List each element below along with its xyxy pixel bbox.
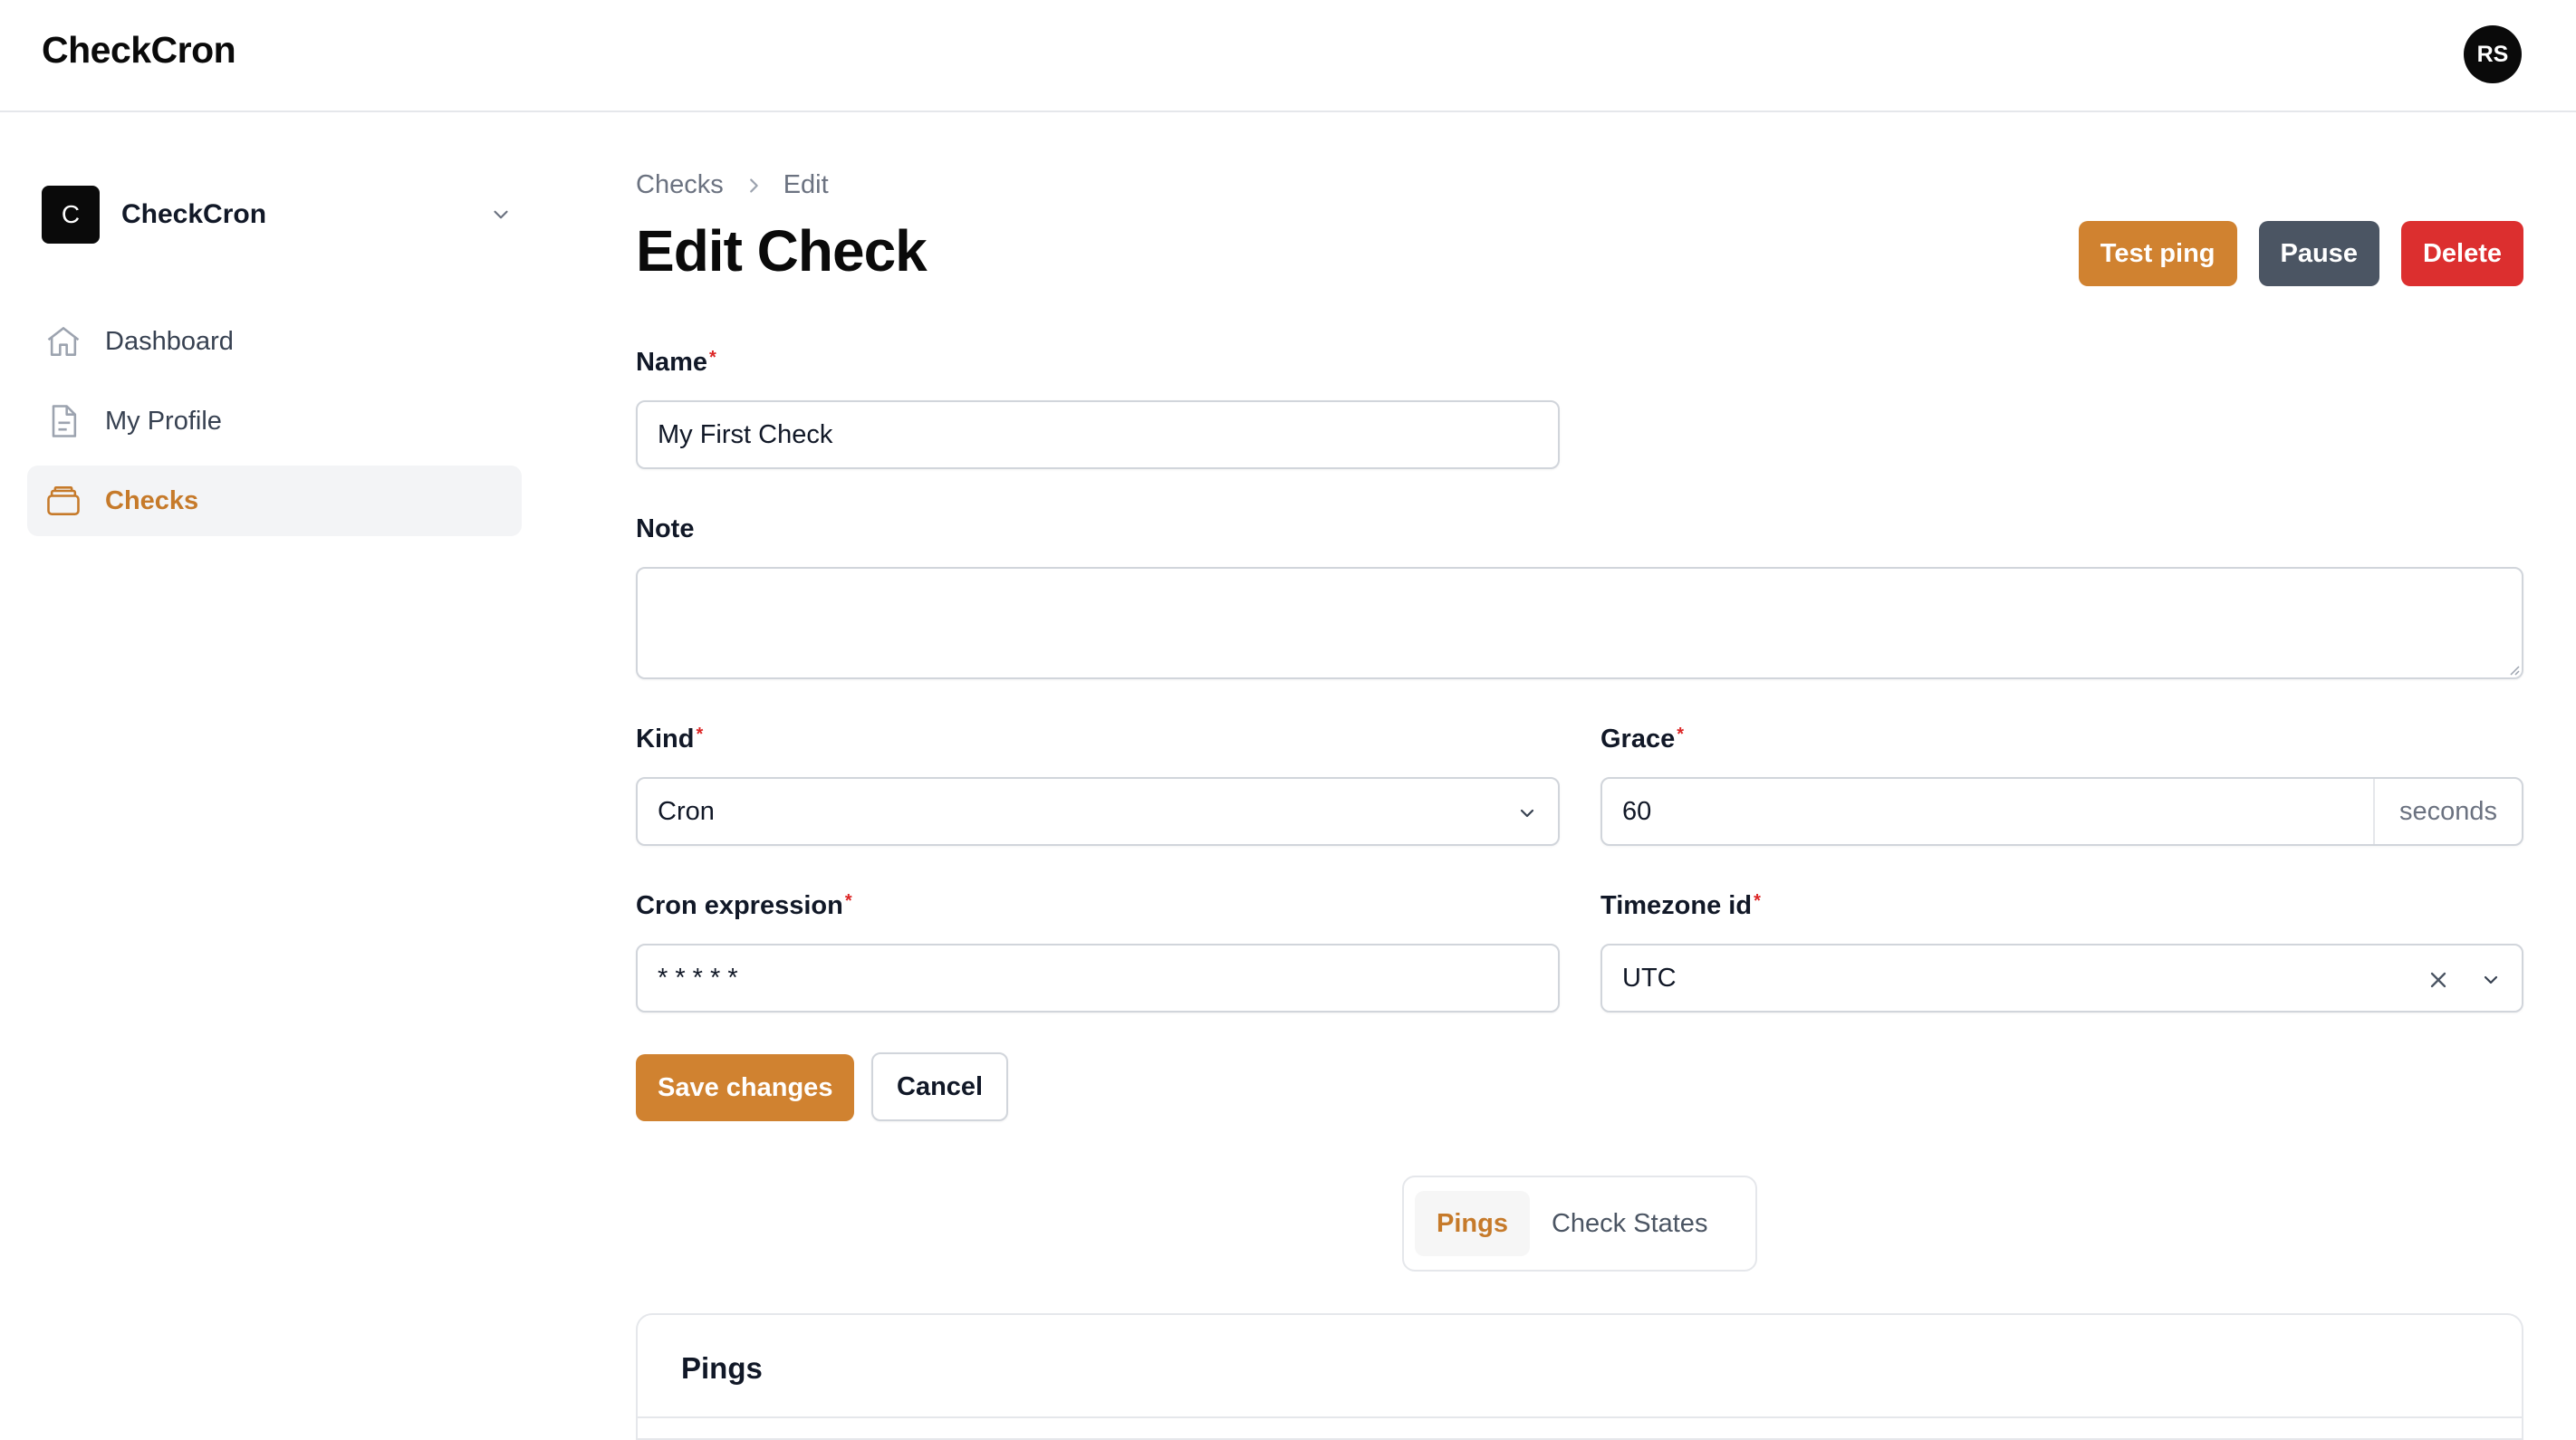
required-marker: * [844,891,852,911]
grace-value: 60 [1622,796,1652,826]
grace-label-text: Grace [1600,725,1676,754]
kind-label: Kind * [636,725,703,754]
name-input[interactable]: My First Check [636,400,1560,469]
sidebar: C CheckCron Dashboard My Profile Checks [0,114,553,1424]
main-content: Checks Edit Edit Check Test ping Pause D… [636,114,2523,1440]
breadcrumb: Checks Edit [636,170,829,200]
note-label-text: Note [636,514,695,543]
kind-select[interactable]: Cron [636,777,1560,846]
divider [638,1416,2522,1418]
chevron-down-icon [494,210,508,219]
sidebar-item-dashboard[interactable]: Dashboard [27,306,522,377]
timezone-selected-value: UTC [1622,963,1677,993]
pause-button[interactable]: Pause [2258,221,2379,286]
chevron-down-icon [1520,809,1534,818]
team-switcher[interactable]: C CheckCron [42,185,513,245]
required-marker: * [1677,725,1685,744]
cron-expression-label-text: Cron expression [636,891,843,920]
sidebar-nav: Dashboard My Profile Checks [27,306,522,545]
pings-card: Pings [636,1313,2523,1440]
timezone-select[interactable]: UTC [1600,944,2523,1013]
grace-input[interactable]: 60 seconds [1600,777,2523,846]
page-title: Edit Check [636,218,928,283]
stack-icon [43,481,83,521]
required-marker: * [709,348,716,368]
delete-button[interactable]: Delete [2400,221,2523,286]
tab-pings[interactable]: Pings [1415,1191,1530,1256]
team-avatar: C [42,186,100,244]
cron-expression-input[interactable]: * * * * * [636,944,1560,1013]
home-icon [43,322,83,361]
timezone-label-text: Timezone id [1600,891,1753,920]
app-logo[interactable]: CheckCron [42,29,236,72]
timezone-label: Timezone id * [1600,891,1761,921]
kind-selected-value: Cron [658,796,715,826]
document-icon [43,401,83,441]
chevron-right-icon [744,176,764,196]
required-marker: * [696,725,704,744]
breadcrumb-checks-link[interactable]: Checks [636,170,724,200]
sidebar-item-my-profile[interactable]: My Profile [27,386,522,456]
sidebar-item-label: Dashboard [105,326,234,356]
chevron-down-icon[interactable] [2480,969,2502,991]
note-textarea[interactable] [636,567,2523,679]
kind-label-text: Kind [636,725,695,754]
grace-unit-suffix: seconds [2373,779,2522,844]
team-name: CheckCron [121,199,267,229]
breadcrumb-current: Edit [783,170,829,199]
cancel-button[interactable]: Cancel [871,1052,1009,1121]
name-input-value: My First Check [658,419,833,449]
pings-card-title: Pings [681,1351,763,1385]
resize-grip-icon[interactable] [2505,661,2520,676]
cron-expression-value: * * * * * [658,963,738,993]
cron-expression-label: Cron expression * [636,891,852,921]
name-label: Name * [636,348,716,378]
page-actions: Test ping Pause Delete [2078,221,2523,286]
tab-check-states[interactable]: Check States [1530,1191,1729,1256]
note-label: Note [636,514,694,544]
grace-label: Grace * [1600,725,1684,754]
test-ping-button[interactable]: Test ping [2078,221,2237,286]
required-marker: * [1754,891,1761,911]
close-icon[interactable] [2426,967,2451,993]
section-tabs: Pings Check States [1402,1176,1757,1272]
sidebar-item-label: My Profile [105,406,222,436]
top-bar: CheckCron RS [0,0,2576,112]
sidebar-item-checks[interactable]: Checks [27,466,522,536]
sidebar-item-label: Checks [105,485,199,515]
name-label-text: Name [636,348,707,377]
user-avatar[interactable]: RS [2464,25,2522,83]
save-changes-button[interactable]: Save changes [636,1054,855,1121]
